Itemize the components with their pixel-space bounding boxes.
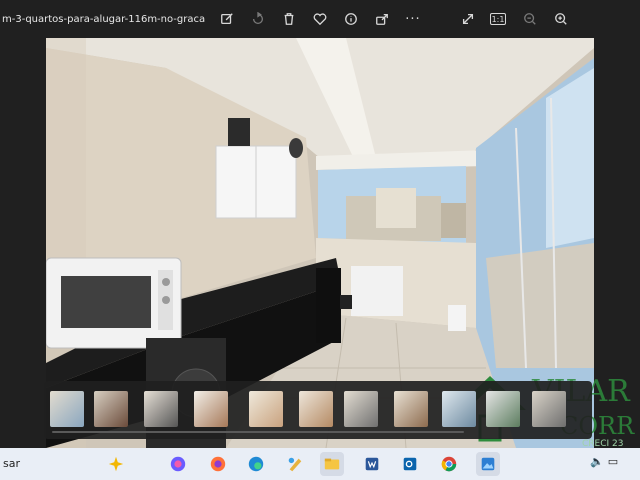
photos-icon[interactable] — [476, 452, 500, 476]
thumbnail-10[interactable] — [486, 391, 520, 427]
system-tray: 🔈 ▭ — [590, 455, 618, 468]
thumbnail-strip — [44, 381, 592, 439]
expand-icon[interactable] — [459, 10, 477, 28]
widgets-sparkle-icon[interactable] — [104, 452, 128, 476]
paint-icon[interactable] — [283, 452, 307, 476]
chrome-icon[interactable] — [437, 452, 461, 476]
file-title: m-3-quartos-para-alugar-116m-no-graca-..… — [2, 13, 205, 25]
taskbar-search-box[interactable]: sar — [3, 457, 20, 470]
edge-icon[interactable] — [244, 452, 268, 476]
thumbnail-8[interactable] — [394, 391, 428, 427]
more-icon[interactable]: ··· — [404, 10, 422, 28]
copilot-icon[interactable] — [166, 452, 190, 476]
actual-size-icon[interactable]: 1:1 — [490, 13, 506, 25]
rotate-icon[interactable] — [249, 10, 267, 28]
thumbnail-9[interactable] — [442, 391, 476, 427]
zoom-in-icon[interactable] — [552, 10, 570, 28]
edit-icon[interactable] — [218, 10, 236, 28]
thumbnail-6[interactable] — [299, 391, 333, 427]
thumbnail-scrollbar[interactable] — [52, 431, 464, 433]
volume-icon[interactable]: 🔈 — [590, 455, 604, 468]
outlook-icon[interactable] — [398, 452, 422, 476]
favorite-icon[interactable] — [311, 10, 329, 28]
thumbnail-2[interactable] — [94, 391, 128, 427]
zoom-out-icon[interactable] — [521, 10, 539, 28]
info-icon[interactable] — [342, 10, 360, 28]
thumbnail-7[interactable] — [344, 391, 378, 427]
thumbnail-4[interactable] — [194, 391, 228, 427]
firefox-icon[interactable] — [206, 452, 230, 476]
share-icon[interactable] — [373, 10, 391, 28]
photo-viewer-window: m-3-quartos-para-alugar-116m-no-graca-..… — [0, 0, 640, 449]
word-icon[interactable] — [360, 452, 384, 476]
network-icon[interactable]: ▭ — [608, 455, 618, 468]
delete-icon[interactable] — [280, 10, 298, 28]
thumbnail-11[interactable] — [532, 391, 566, 427]
thumbnail-3[interactable] — [144, 391, 178, 427]
thumbnail-5[interactable] — [249, 391, 283, 427]
file-explorer-icon[interactable] — [320, 452, 344, 476]
thumbnail-1[interactable] — [50, 391, 84, 427]
